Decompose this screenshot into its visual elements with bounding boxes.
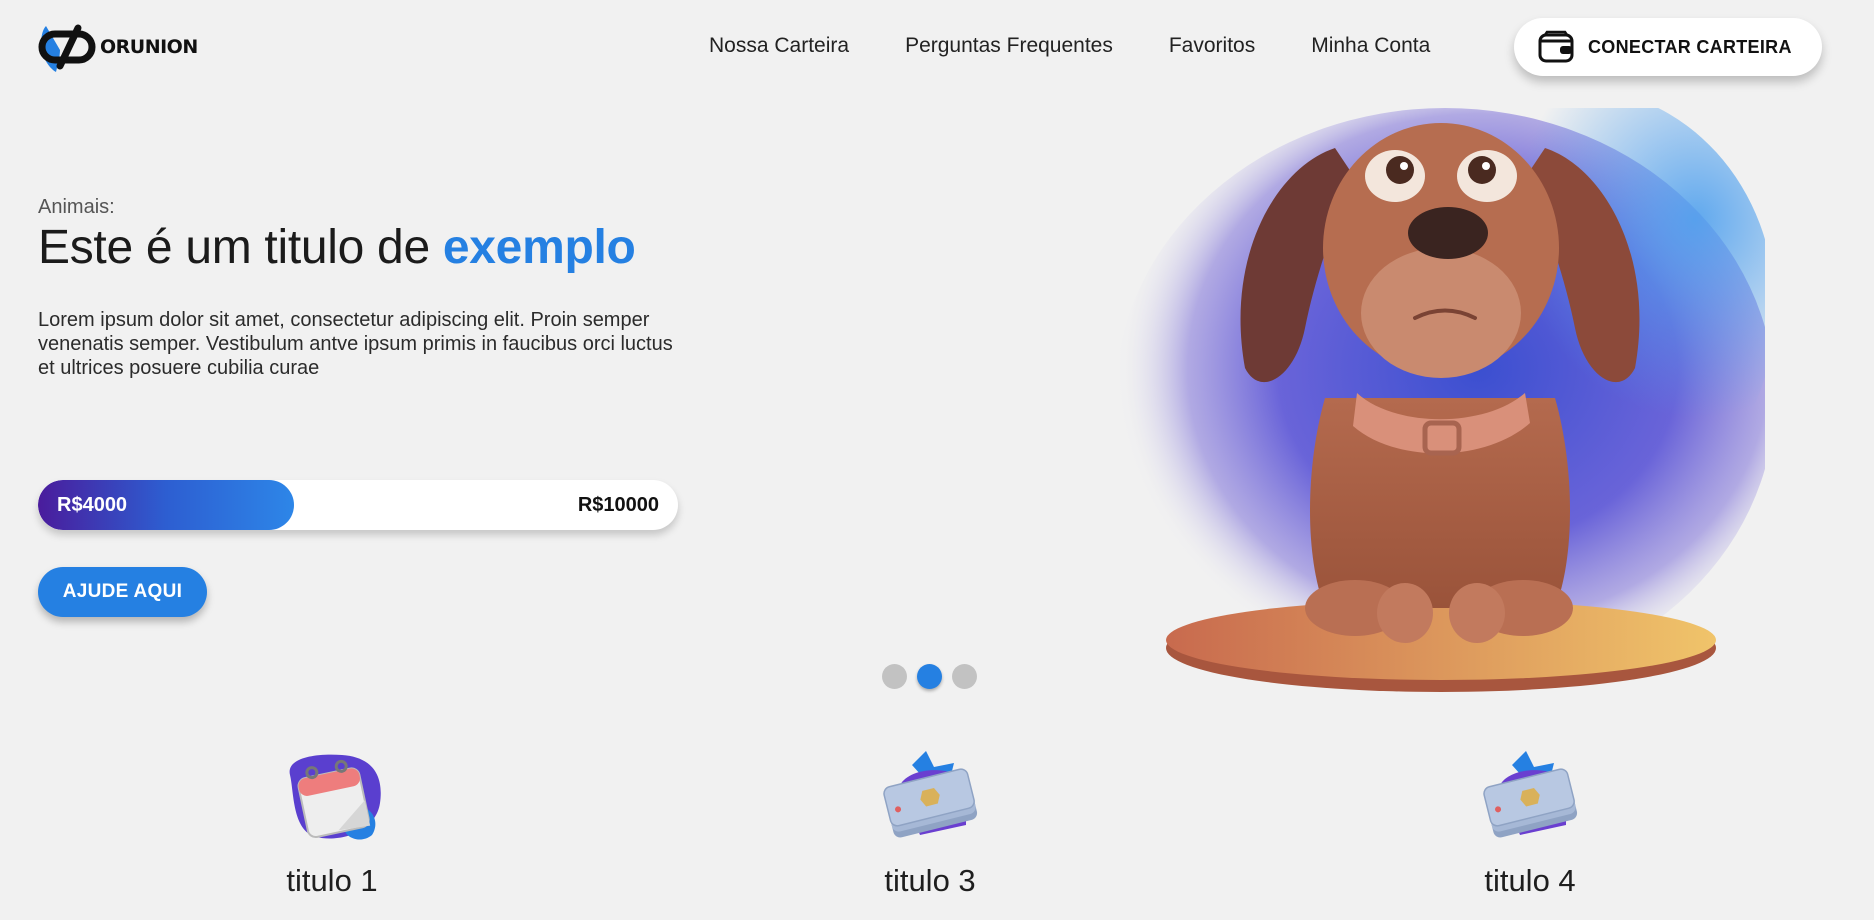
- donation-progress-bar: R$4000 R$10000: [38, 480, 678, 530]
- nav-item-favoritos[interactable]: Favoritos: [1169, 34, 1255, 58]
- nav-item-perguntas-frequentes[interactable]: Perguntas Frequentes: [905, 34, 1113, 58]
- nav-item-nossa-carteira[interactable]: Nossa Carteira: [709, 34, 849, 58]
- help-here-button[interactable]: AJUDE AQUI: [38, 567, 207, 617]
- feature-card-2: titulo 3: [820, 745, 1040, 899]
- feature-title-3: titulo 4: [1484, 863, 1576, 898]
- connect-wallet-label: CONECTAR CARTEIRA: [1588, 36, 1792, 57]
- progress-goal-amount: R$10000: [577, 494, 659, 516]
- carousel-dot-2[interactable]: [917, 664, 942, 689]
- hero-eyebrow: Animais:: [38, 196, 115, 218]
- feature-title-1: titulo 1: [286, 863, 378, 898]
- help-here-label: AJUDE AQUI: [62, 581, 183, 602]
- connect-wallet-button[interactable]: CONECTAR CARTEIRA: [1514, 18, 1822, 76]
- main-nav: Nossa Carteira Perguntas Frequentes Favo…: [709, 34, 1430, 58]
- carousel-dot-3[interactable]: [952, 664, 977, 689]
- hero-description: Lorem ipsum dolor sit amet, consectetur …: [38, 309, 673, 379]
- brand-logo[interactable]: ORUNION: [38, 20, 198, 74]
- brand-name: ORUNION: [100, 36, 198, 58]
- credit-cards-icon: [883, 751, 978, 838]
- carousel-dots: [882, 664, 987, 689]
- hero-title: Este é um titulo de exemplo: [38, 220, 636, 275]
- hero-title-accent: exemplo: [442, 221, 636, 274]
- calendar-icon: [289, 754, 381, 840]
- carousel-dot-1[interactable]: [882, 664, 907, 689]
- progress-current-amount: R$4000: [57, 494, 128, 516]
- nav-item-minha-conta[interactable]: Minha Conta: [1311, 34, 1430, 58]
- logo-icon: [38, 24, 96, 72]
- feature-card-3: titulo 4: [1420, 745, 1640, 899]
- wallet-icon: [1538, 30, 1574, 63]
- cartoon-dog-illustration: [1115, 108, 1765, 692]
- credit-cards-icon: [1483, 751, 1578, 838]
- feature-card-1: titulo 1: [222, 745, 442, 899]
- hero-title-main: Este é um titulo de: [38, 221, 443, 274]
- feature-title-2: titulo 3: [884, 863, 976, 898]
